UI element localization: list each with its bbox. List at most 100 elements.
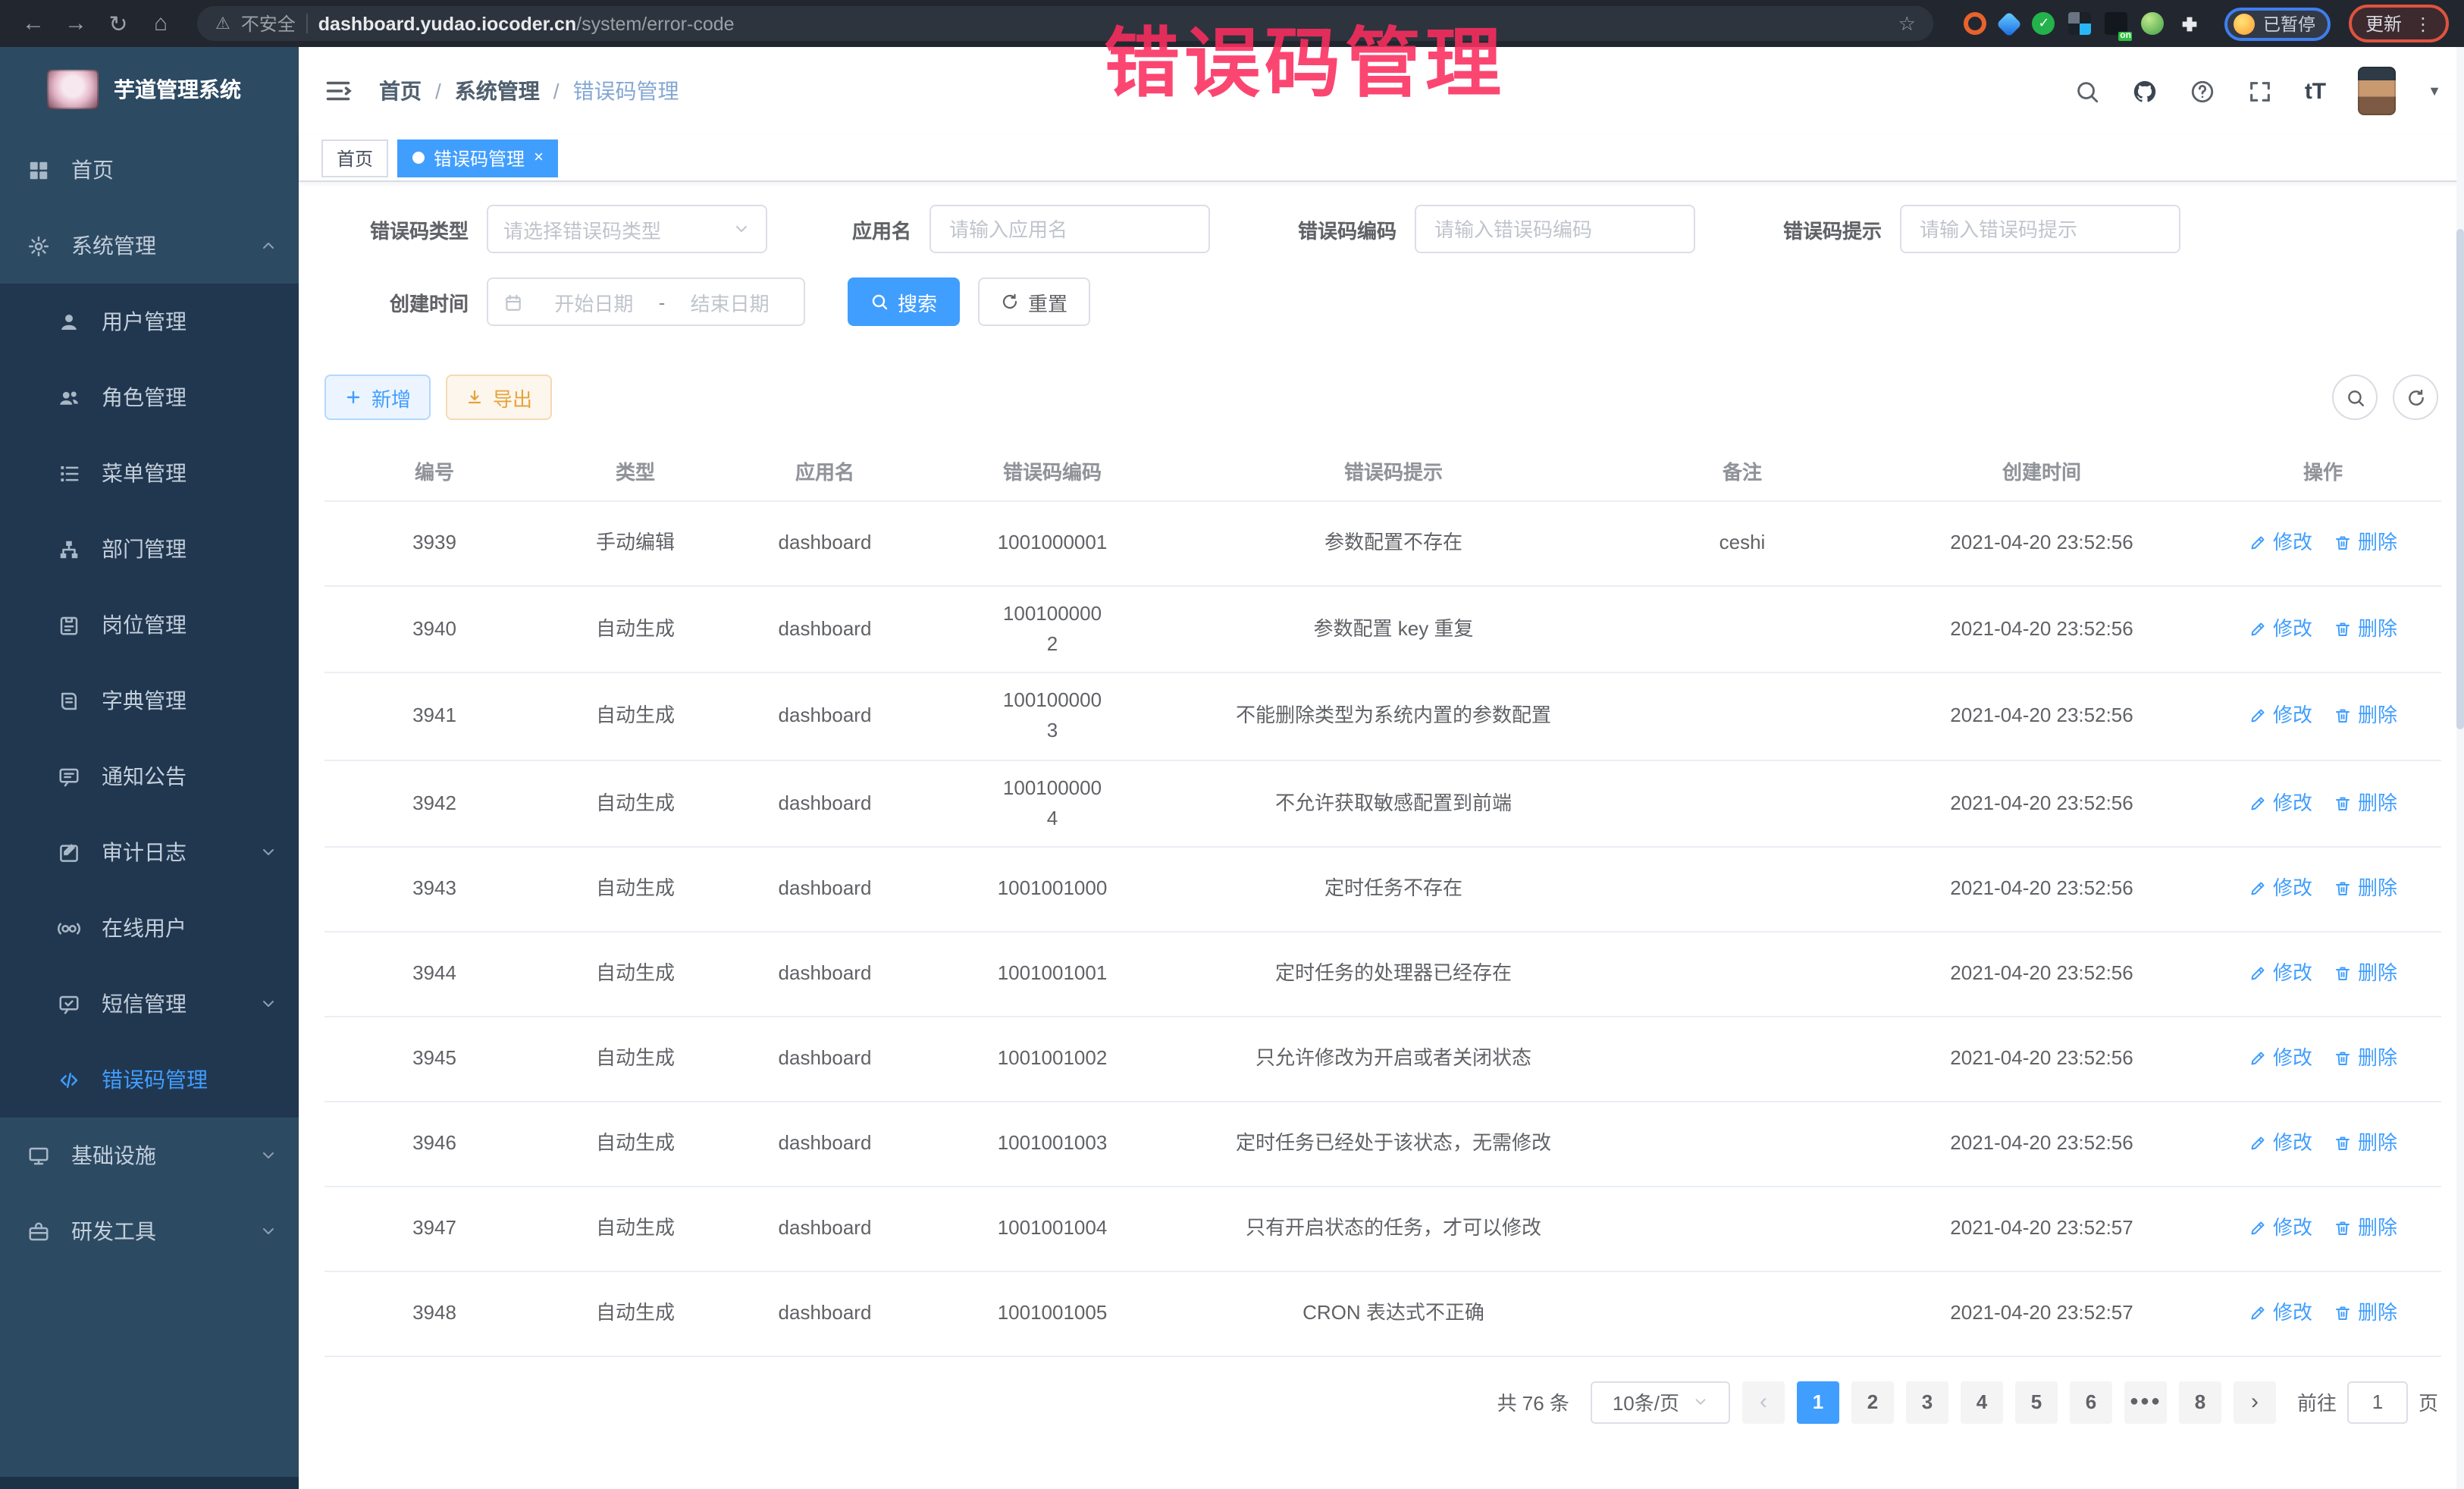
github-icon[interactable]: [2132, 78, 2158, 104]
browser-back-icon[interactable]: ←: [15, 5, 52, 42]
delete-button[interactable]: 删除: [2334, 614, 2397, 644]
browser-update-chip[interactable]: 更新 ⋮: [2349, 5, 2449, 42]
prev-page-button[interactable]: ‹: [1742, 1381, 1785, 1424]
cell-app: dashboard: [726, 1287, 923, 1341]
edit-button[interactable]: 修改: [2249, 614, 2312, 644]
announcement-icon: [56, 764, 80, 788]
bookmark-star-icon[interactable]: ☆: [1898, 11, 1916, 36]
tab-close-icon[interactable]: ×: [534, 149, 544, 167]
edit-button[interactable]: 修改: [2249, 1214, 2312, 1244]
create-time-range-picker[interactable]: 开始日期 - 结束日期: [487, 277, 805, 326]
extension-grid-icon[interactable]: [2069, 12, 2092, 35]
sidebar-item-online-user[interactable]: 在线用户: [0, 890, 299, 966]
page-ellipsis[interactable]: ●●●: [2124, 1381, 2167, 1424]
delete-button[interactable]: 删除: [2334, 1044, 2397, 1074]
sidebar-logo-row[interactable]: 芋道管理系统: [0, 47, 299, 132]
browser-forward-icon[interactable]: →: [58, 5, 94, 42]
delete-button[interactable]: 删除: [2334, 959, 2397, 989]
user-avatar[interactable]: [2358, 67, 2396, 115]
error-type-select[interactable]: 请选择错误码类型: [487, 205, 767, 253]
add-button[interactable]: 新增: [324, 375, 431, 420]
browser-menu-kebab-icon[interactable]: ⋮: [2414, 13, 2432, 34]
page-button-6[interactable]: 6: [2070, 1381, 2112, 1424]
cell-app: dashboard: [726, 516, 923, 571]
edit-button[interactable]: 修改: [2249, 788, 2312, 818]
sidebar-item-audit-log[interactable]: 审计日志: [0, 814, 299, 890]
refresh-table-button[interactable]: [2393, 375, 2438, 420]
sidebar-item-dict[interactable]: 字典管理: [0, 663, 299, 738]
export-button[interactable]: 导出: [446, 375, 552, 420]
sidebar-item-post[interactable]: 岗位管理: [0, 587, 299, 663]
sidebar-item-dev-tools[interactable]: 研发工具: [0, 1193, 299, 1269]
delete-button[interactable]: 删除: [2334, 1214, 2397, 1244]
profile-paused-badge[interactable]: 已暂停: [2225, 7, 2331, 40]
cell-msg: 只允许修改为开启或者关闭状态: [1181, 1032, 1606, 1086]
sidebar-item-error-code[interactable]: 错误码管理: [0, 1042, 299, 1118]
delete-button[interactable]: 删除: [2334, 1299, 2397, 1329]
sidebar-item-sms[interactable]: 短信管理: [0, 966, 299, 1042]
fullscreen-icon[interactable]: [2247, 78, 2273, 104]
delete-button[interactable]: 删除: [2334, 1129, 2397, 1159]
app-name-input[interactable]: [929, 205, 1210, 253]
hamburger-icon[interactable]: [321, 77, 355, 105]
edit-button[interactable]: 修改: [2249, 959, 2312, 989]
search-button[interactable]: 搜索: [848, 277, 960, 326]
delete-button[interactable]: 删除: [2334, 701, 2397, 732]
page-button-4[interactable]: 4: [1961, 1381, 2003, 1424]
tab-active-dot: [412, 152, 425, 164]
extension-leaf-icon[interactable]: [2142, 12, 2165, 35]
goto-page-input[interactable]: [2347, 1381, 2408, 1424]
cell-type: 自动生成: [544, 1202, 726, 1256]
page-scrollbar[interactable]: [2456, 47, 2464, 1489]
edit-button[interactable]: 修改: [2249, 874, 2312, 904]
extensions-puzzle-icon[interactable]: [2178, 12, 2201, 35]
header-search-icon[interactable]: [2074, 78, 2100, 104]
browser-reload-icon[interactable]: ↻: [100, 5, 136, 42]
delete-button[interactable]: 删除: [2334, 788, 2397, 818]
page-button-3[interactable]: 3: [1906, 1381, 1948, 1424]
page-button-8[interactable]: 8: [2179, 1381, 2221, 1424]
reset-button[interactable]: 重置: [978, 277, 1090, 326]
extension-v-icon[interactable]: ✓: [2033, 12, 2055, 35]
sidebar-item-user[interactable]: 用户管理: [0, 284, 299, 359]
sidebar-item-notice[interactable]: 通知公告: [0, 738, 299, 814]
cell-time: 2021-04-20 23:52:56: [1879, 516, 2205, 571]
page-button-2[interactable]: 2: [1851, 1381, 1894, 1424]
help-icon[interactable]: [2190, 78, 2215, 104]
edit-icon: [2249, 707, 2267, 726]
edit-button[interactable]: 修改: [2249, 528, 2312, 559]
sidebar-item-menu[interactable]: 菜单管理: [0, 435, 299, 511]
font-size-icon[interactable]: tT: [2305, 78, 2326, 104]
user-menu-caret-icon[interactable]: ▼: [2428, 83, 2441, 99]
error-code-input[interactable]: [1415, 205, 1695, 253]
address-bar[interactable]: ⚠ 不安全 dashboard.yudao.iocoder.cn/system/…: [197, 6, 1934, 41]
toggle-search-button[interactable]: [2332, 375, 2378, 420]
sidebar-item-infra[interactable]: 基础设施: [0, 1118, 299, 1193]
edit-button[interactable]: 修改: [2249, 701, 2312, 732]
browser-home-icon[interactable]: ⌂: [143, 5, 179, 42]
delete-button[interactable]: 删除: [2334, 528, 2397, 559]
breadcrumb-home[interactable]: 首页: [379, 76, 422, 106]
tab-home[interactable]: 首页: [321, 139, 388, 177]
page-size-select[interactable]: 10条/页: [1591, 1381, 1730, 1424]
extension-gem-icon[interactable]: [1997, 11, 2023, 36]
edit-button[interactable]: 修改: [2249, 1299, 2312, 1329]
sidebar-item-dept[interactable]: 部门管理: [0, 511, 299, 587]
breadcrumb-system[interactable]: 系统管理: [455, 76, 540, 106]
trash-icon: [2334, 534, 2352, 553]
next-page-button[interactable]: ›: [2234, 1381, 2276, 1424]
edit-button[interactable]: 修改: [2249, 1044, 2312, 1074]
cell-msg: 参数配置不存在: [1181, 516, 1606, 571]
tab-error-code[interactable]: 错误码管理 ×: [397, 139, 559, 177]
extension-ubiquity-icon[interactable]: [1964, 12, 1987, 35]
error-msg-input[interactable]: [1900, 205, 2180, 253]
scrollbar-thumb[interactable]: [2456, 229, 2464, 729]
sidebar-item-role[interactable]: 角色管理: [0, 359, 299, 435]
delete-button[interactable]: 删除: [2334, 874, 2397, 904]
extension-on-badge-icon[interactable]: [2105, 12, 2128, 35]
page-button-5[interactable]: 5: [2015, 1381, 2058, 1424]
sidebar-item-system[interactable]: 系统管理: [0, 208, 299, 284]
page-button-1[interactable]: 1: [1797, 1381, 1839, 1424]
edit-button[interactable]: 修改: [2249, 1129, 2312, 1159]
sidebar-item-home[interactable]: 首页: [0, 132, 299, 208]
